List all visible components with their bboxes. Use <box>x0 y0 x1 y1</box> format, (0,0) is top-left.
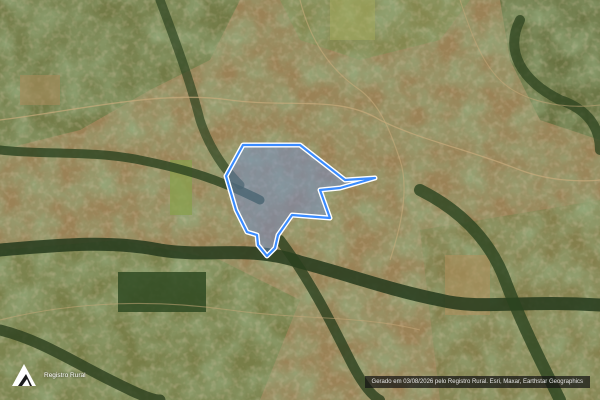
attribution-text: Gerado em 03/08/2026 pelo Registro Rural… <box>364 376 590 388</box>
property-boundary[interactable] <box>0 0 600 400</box>
registro-rural-logo-icon <box>12 364 36 386</box>
brand: Registro Rural <box>10 362 86 388</box>
brand-name: Registro Rural <box>44 371 86 379</box>
map-view[interactable]: Registro Rural Gerado em 03/08/2026 pelo… <box>0 0 600 400</box>
